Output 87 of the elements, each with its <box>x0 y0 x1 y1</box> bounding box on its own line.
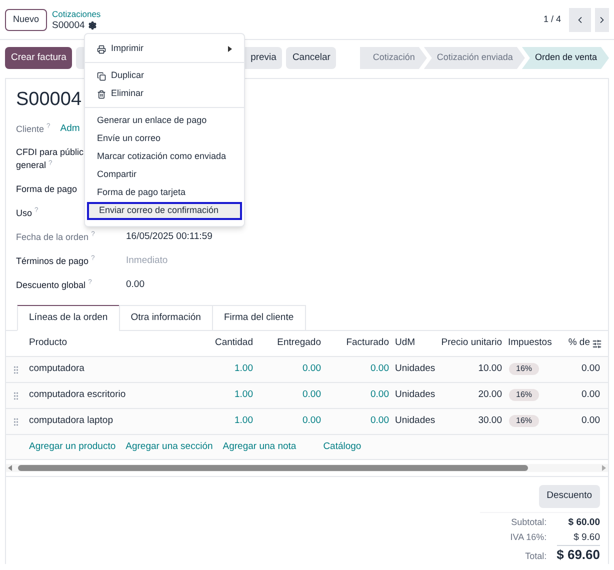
add-link[interactable]: Catálogo <box>323 440 362 454</box>
table-cell-text: Unidades <box>394 414 436 428</box>
column-header[interactable]: UdM <box>392 336 441 351</box>
column-header[interactable]: Facturado <box>324 336 392 351</box>
action-button[interactable]: Cancelar <box>286 47 336 69</box>
column-header[interactable]: Cantidad <box>201 336 256 351</box>
drag-handle-icon[interactable] <box>11 416 21 426</box>
tax-tag: 16% <box>509 363 540 376</box>
table-cell-text: 0.00 <box>302 362 322 376</box>
table-cell-text: 30.00 <box>477 414 503 428</box>
table-cell-text: 20.00 <box>477 388 503 402</box>
drag-handle-icon[interactable] <box>11 390 21 400</box>
menu-item[interactable]: Marcar cotización como enviada <box>85 148 244 166</box>
column-header[interactable]: % de <box>568 336 590 351</box>
tax-tag: 16% <box>509 389 540 402</box>
table-cell-text: 0.00 <box>302 414 322 428</box>
table-cell-text: 0.00 <box>302 388 322 402</box>
field-label: Fecha de la orden $^{?}$ <box>16 230 95 244</box>
action-button[interactable]: Crear factura <box>5 47 72 69</box>
menu-item[interactable]: Enviar correo de confirmación <box>87 202 242 220</box>
table-cell-text: 1.00 <box>234 388 254 402</box>
table-cell-text: 0.00 <box>580 362 601 376</box>
total-value: $ 69.60 <box>556 545 600 563</box>
total-label: IVA 16%: <box>509 531 547 544</box>
pager-text: 1 / 4 <box>543 12 561 26</box>
new-button[interactable]: Nuevo <box>5 8 48 30</box>
table-cell-text: 0.00 <box>580 388 601 402</box>
status-step[interactable]: Orden de venta <box>522 47 609 69</box>
field-label: Cliente $^{?}$ <box>16 122 50 136</box>
add-link[interactable]: Agregar una sección <box>126 440 213 454</box>
tax-tag: 16% <box>509 415 540 428</box>
field-label: Términos de pago $^{?}$ <box>16 254 95 268</box>
breadcrumb-link[interactable]: Cotizaciones <box>52 8 101 20</box>
total-value: $ 9.60 <box>572 531 600 545</box>
table-cell-text: Unidades <box>394 388 436 402</box>
table-cell-text: 0.00 <box>370 362 390 376</box>
record-title: S00004 <box>16 88 82 112</box>
add-link[interactable]: Agregar una nota <box>222 440 296 454</box>
table-cell-text: 0.00 <box>370 388 390 402</box>
column-header[interactable]: Impuestos <box>505 336 561 351</box>
status-step[interactable]: Cotización enviada <box>424 47 525 69</box>
add-link[interactable]: Agregar un producto <box>29 440 116 454</box>
table-cell-text: computadora escritorio <box>29 388 127 402</box>
table-cell-text: 1.00 <box>234 362 254 376</box>
field-value: 16/05/2025 00:11:59 <box>126 230 212 244</box>
next-button[interactable] <box>595 8 609 32</box>
column-settings-icon[interactable] <box>592 338 602 348</box>
copy-icon <box>97 72 106 80</box>
record-name: S00004 <box>52 20 85 30</box>
drag-handle-icon[interactable] <box>11 364 21 374</box>
total-value: $ 60.00 <box>567 516 600 530</box>
table-cell-text: Unidades <box>394 362 436 376</box>
total-label: Total: <box>524 550 547 563</box>
field-label: Forma de pago <box>16 182 78 196</box>
table-cell-text: 10.00 <box>477 362 503 376</box>
table-cell-text: 1.00 <box>234 414 254 428</box>
discount-button[interactable]: Descuento <box>538 485 600 508</box>
previous-button[interactable] <box>569 8 591 32</box>
input-field[interactable]: Inmediato <box>126 254 246 268</box>
column-header[interactable]: Entregado <box>256 336 324 351</box>
horizontal-scrollbar[interactable] <box>6 464 608 472</box>
trash-icon <box>97 90 106 98</box>
tab[interactable]: Líneas de la orden <box>17 305 120 331</box>
field-label: Uso $^{?}$ <box>16 206 38 220</box>
field-value: 0.00 <box>126 278 144 292</box>
menu-item[interactable]: Duplicar <box>85 67 244 85</box>
settings-icon[interactable] <box>88 20 97 30</box>
printer-icon <box>97 44 106 54</box>
menu-item[interactable]: Envíe un correo <box>85 130 244 148</box>
menu-item[interactable]: Forma de pago tarjeta <box>85 184 244 202</box>
table-cell-text: computadora laptop <box>29 414 114 428</box>
column-header[interactable]: Producto <box>29 336 201 351</box>
customer-link[interactable]: Adm <box>60 122 80 136</box>
table-cell-text: 0.00 <box>580 414 601 428</box>
menu-item[interactable]: Imprimir <box>85 40 244 58</box>
tab[interactable]: Firma del cliente <box>212 305 306 331</box>
menu-item[interactable]: Eliminar <box>85 85 244 103</box>
menu-item[interactable]: Generar un enlace de pago <box>85 112 244 130</box>
table-cell-text: computadora <box>29 362 86 376</box>
menu-item[interactable]: Compartir <box>85 166 244 184</box>
column-header[interactable]: Precio unitario <box>441 336 505 351</box>
total-label: Subtotal: <box>510 516 547 529</box>
field-label: Descuento global $^{?}$ <box>16 278 92 292</box>
tab[interactable]: Otra información <box>118 305 213 331</box>
table-cell-text: 0.00 <box>370 414 390 428</box>
field-label: CFDI para públic general $^{?}$ <box>16 146 84 172</box>
status-step[interactable]: Cotización <box>360 47 427 69</box>
